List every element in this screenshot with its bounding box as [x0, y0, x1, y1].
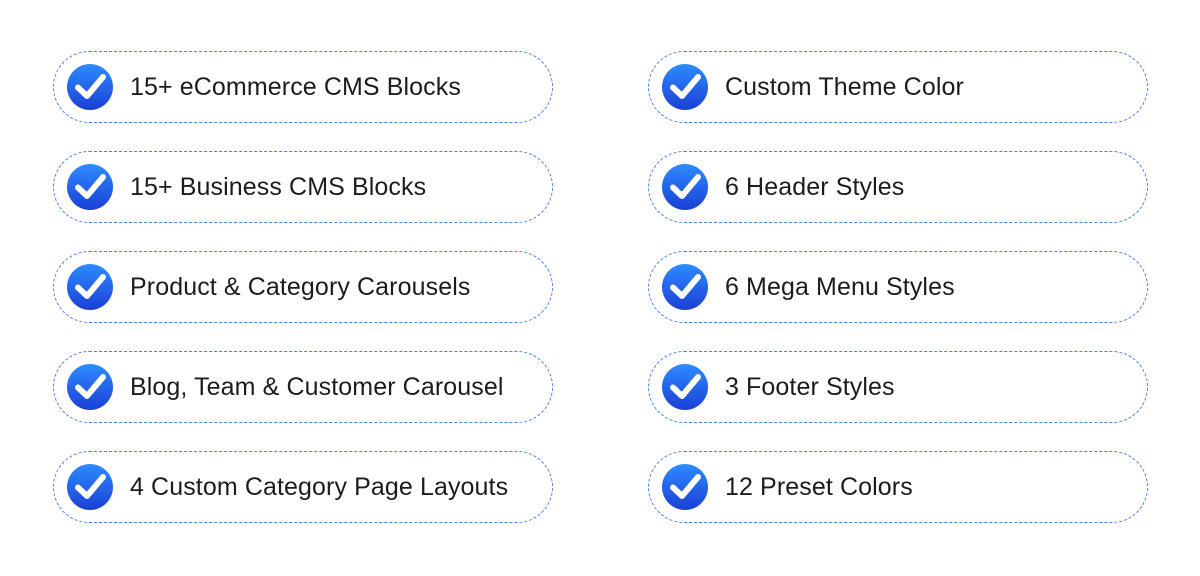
check-circle-icon [662, 64, 708, 110]
check-circle-icon [662, 264, 708, 310]
feature-item: 6 Header Styles [648, 151, 1148, 223]
check-circle-icon [67, 264, 113, 310]
feature-item: Blog, Team & Customer Carousel [53, 351, 553, 423]
check-circle-icon [67, 164, 113, 210]
feature-item: 12 Preset Colors [648, 451, 1148, 523]
feature-item: 4 Custom Category Page Layouts [53, 451, 553, 523]
check-circle-icon [67, 464, 113, 510]
feature-label: Blog, Team & Customer Carousel [130, 372, 504, 401]
feature-label: Product & Category Carousels [130, 272, 471, 301]
feature-label: Custom Theme Color [725, 72, 964, 101]
check-circle-icon [67, 64, 113, 110]
feature-label: 3 Footer Styles [725, 372, 895, 401]
check-circle-icon [662, 164, 708, 210]
feature-label: 6 Header Styles [725, 172, 905, 201]
feature-label: 12 Preset Colors [725, 472, 913, 501]
feature-item: 3 Footer Styles [648, 351, 1148, 423]
feature-item: Custom Theme Color [648, 51, 1148, 123]
feature-label: 15+ eCommerce CMS Blocks [130, 72, 461, 101]
check-circle-icon [67, 364, 113, 410]
feature-label: 15+ Business CMS Blocks [130, 172, 427, 201]
feature-item: 6 Mega Menu Styles [648, 251, 1148, 323]
feature-label: 6 Mega Menu Styles [725, 272, 955, 301]
feature-grid: 15+ eCommerce CMS Blocks Custom Theme Co… [53, 51, 1148, 523]
check-circle-icon [662, 464, 708, 510]
feature-label: 4 Custom Category Page Layouts [130, 472, 509, 501]
feature-item: 15+ eCommerce CMS Blocks [53, 51, 553, 123]
check-circle-icon [662, 364, 708, 410]
feature-item: 15+ Business CMS Blocks [53, 151, 553, 223]
feature-item: Product & Category Carousels [53, 251, 553, 323]
